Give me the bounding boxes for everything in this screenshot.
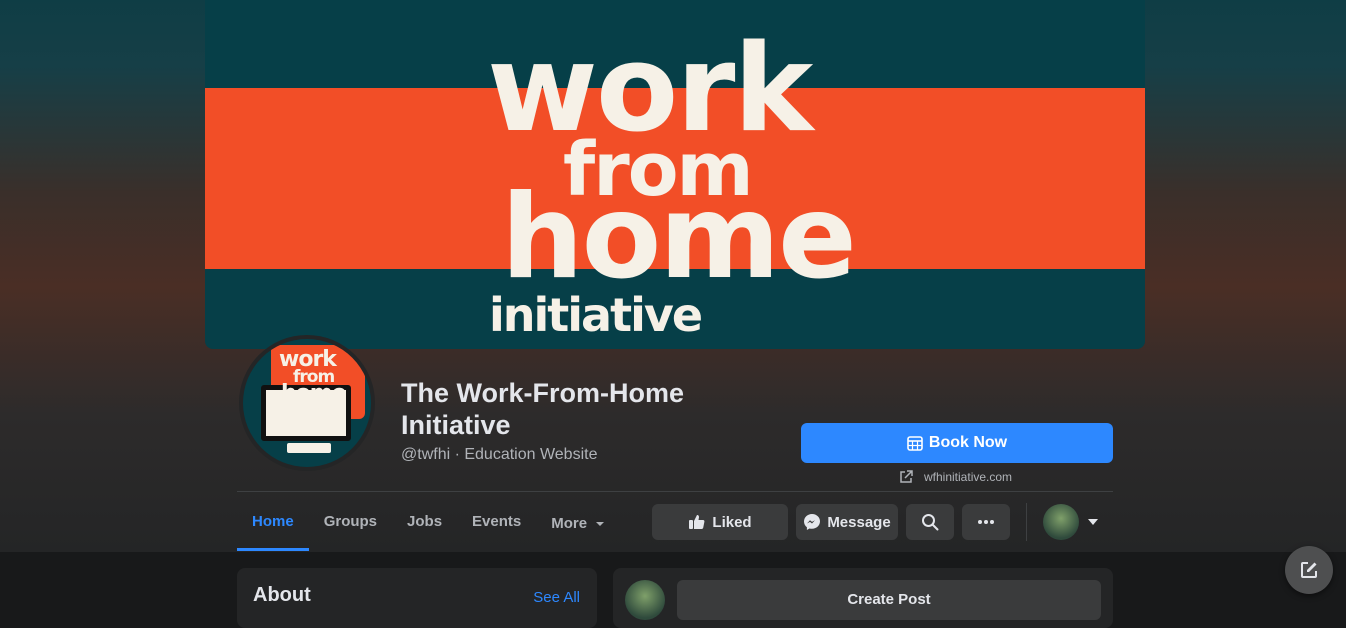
message-label: Message	[827, 513, 891, 531]
about-card: About See All	[237, 568, 597, 628]
about-title: About	[253, 584, 311, 606]
cover-photo[interactable]: work from home initiative	[205, 0, 1145, 349]
external-link-icon	[898, 469, 914, 485]
new-message-button[interactable]	[1285, 546, 1333, 594]
post-composer-card: Create Post	[613, 568, 1113, 628]
chevron-down-icon	[595, 519, 605, 529]
about-see-all-link[interactable]: See All	[533, 589, 580, 606]
monitor-stand-icon	[287, 443, 331, 453]
book-now-label: Book Now	[928, 434, 1008, 451]
website-link[interactable]: wfhinitiative.com	[898, 469, 1012, 485]
page-tabs: Home Groups Jobs Events More	[237, 500, 620, 552]
profile-logo: work from home initiative	[243, 339, 371, 467]
ellipsis-icon	[977, 519, 995, 525]
create-post-button[interactable]: Create Post	[677, 580, 1101, 620]
liked-label: Liked	[712, 513, 752, 531]
avatar-word-home: home	[281, 381, 347, 406]
tab-more-label: More	[551, 515, 588, 532]
page-username-category: @twfhi · Education Website	[401, 446, 598, 463]
tab-groups[interactable]: Groups	[309, 500, 392, 548]
tab-home[interactable]: Home	[237, 500, 309, 551]
compose-icon	[1299, 560, 1319, 580]
liked-button[interactable]: Liked	[652, 504, 788, 540]
cover-logo-word-home: home	[501, 170, 857, 305]
tab-jobs[interactable]: Jobs	[392, 500, 457, 548]
action-separator	[1026, 503, 1027, 541]
search-button[interactable]	[906, 504, 954, 540]
acting-as-avatar[interactable]	[1043, 504, 1079, 540]
header-divider	[237, 491, 1113, 492]
message-button[interactable]: Message	[796, 504, 898, 540]
website-url: wfhinitiative.com	[924, 470, 1013, 484]
cover-logo-word-initiative: initiative	[489, 288, 703, 342]
avatar-word-initiative: initiative	[289, 403, 344, 412]
chevron-down-icon[interactable]	[1088, 519, 1098, 525]
page-profile-picture[interactable]: work from home initiative	[239, 335, 375, 471]
composer-avatar[interactable]	[625, 580, 665, 620]
messenger-icon	[803, 513, 821, 531]
tab-more[interactable]: More	[536, 500, 620, 548]
more-options-button[interactable]	[962, 504, 1010, 540]
page-title: The Work-From-Home Initiative	[401, 378, 685, 440]
book-now-button[interactable]: Book Now	[801, 423, 1113, 463]
search-icon	[921, 513, 939, 531]
calendar-grid-icon	[907, 435, 923, 451]
thumbs-up-icon	[688, 513, 706, 531]
tab-events[interactable]: Events	[457, 500, 536, 548]
